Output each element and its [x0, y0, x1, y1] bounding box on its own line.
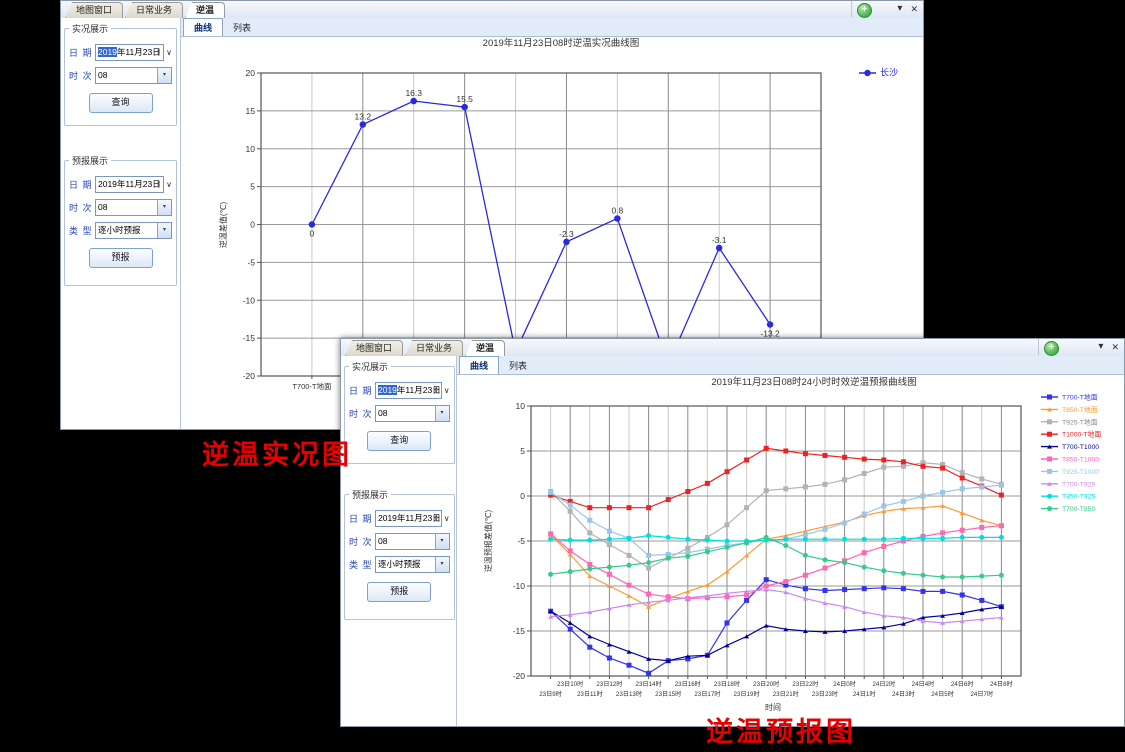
date-spinner[interactable]: ▲▼ — [433, 511, 440, 526]
tab-strip: 地图窗口 日常业务 逆温 + ▾ ✕ — [341, 339, 1124, 357]
query-sidebar: 实况展示 日 期 2019年11月23日 ▲▼ ∨ 时 次 08 ▾ — [61, 18, 181, 429]
time-label: 时 次 — [349, 407, 375, 420]
type-combobox[interactable]: 逐小时预报 ▾ — [375, 556, 450, 573]
group-title: 预报展示 — [349, 488, 391, 501]
query-button[interactable]: 查询 — [89, 93, 153, 113]
date-dropdown-icon[interactable]: ∨ — [444, 514, 450, 523]
date-dropdown-icon[interactable]: ∨ — [166, 48, 172, 57]
date-spinner[interactable]: ▲▼ — [155, 177, 162, 192]
date-spinner[interactable]: ▲▼ — [433, 383, 440, 398]
close-icon[interactable]: ✕ — [1111, 341, 1119, 353]
time-combobox[interactable]: 08 ▾ — [95, 199, 172, 216]
add-icon[interactable]: + — [857, 3, 872, 18]
collapse-icon[interactable]: ▾ — [897, 3, 902, 15]
date-label: 日 期 — [69, 178, 95, 191]
subtab-curve[interactable]: 曲线 — [183, 18, 223, 36]
tab-daily-business[interactable]: 日常业务 — [125, 2, 183, 18]
tab-inversion[interactable]: 逆温 — [185, 2, 225, 18]
dropdown-icon[interactable]: ▾ — [157, 223, 171, 238]
time-combobox[interactable]: 08 ▾ — [375, 405, 450, 422]
collapse-icon[interactable]: ▾ — [1098, 341, 1103, 353]
forecast-button[interactable]: 预报 — [367, 582, 431, 602]
subtab-list[interactable]: 列表 — [499, 357, 537, 374]
group-title: 实况展示 — [69, 22, 111, 35]
type-label: 类 型 — [349, 558, 375, 571]
dropdown-icon[interactable]: ▾ — [157, 200, 171, 215]
live-display-group: 实况展示 日 期 2019年11月23日 ▲▼ ∨ 时 次 08 ▾ — [64, 22, 177, 126]
type-label: 类 型 — [69, 224, 95, 237]
add-icon[interactable]: + — [1044, 341, 1059, 356]
close-icon[interactable]: ✕ — [910, 3, 918, 15]
forecast-inversion-window: 地图窗口 日常业务 逆温 + ▾ ✕ 实况展示 日 期 2019年11月23日 … — [340, 338, 1125, 727]
forecast-display-group: 预报展示 日 期 2019年11月23日 ▲▼ ∨ 时 次 08 ▾ — [344, 488, 455, 620]
dropdown-icon[interactable]: ▾ — [435, 534, 449, 549]
tab-map-window[interactable]: 地图窗口 — [345, 340, 403, 356]
tab-inversion[interactable]: 逆温 — [465, 340, 505, 356]
annotation-actual-chart: 逆温实况图 — [202, 433, 352, 472]
tab-map-window[interactable]: 地图窗口 — [65, 2, 123, 18]
date-dropdown-icon[interactable]: ∨ — [444, 386, 450, 395]
query-button[interactable]: 查询 — [367, 431, 431, 451]
forecast-display-group: 预报展示 日 期 2019年11月23日 ▲▼ ∨ 时 次 08 ▾ — [64, 154, 177, 286]
time-label: 时 次 — [69, 69, 95, 82]
group-title: 实况展示 — [349, 360, 391, 373]
date-field[interactable]: 2019年11月23日 ▲▼ — [375, 382, 442, 399]
query-sidebar: 实况展示 日 期 2019年11月23日 ▲▼ ∨ 时 次 08 ▾ — [341, 356, 457, 726]
date-field[interactable]: 2019年11月23日 ▲▼ — [95, 44, 164, 61]
date-spinner[interactable]: ▲▼ — [155, 45, 162, 60]
date-field[interactable]: 2019年11月23日 ▲▼ — [375, 510, 442, 527]
live-display-group: 实况展示 日 期 2019年11月23日 ▲▼ ∨ 时 次 08 ▾ — [344, 360, 455, 464]
date-dropdown-icon[interactable]: ∨ — [166, 180, 172, 189]
type-combobox[interactable]: 逐小时预报 ▾ — [95, 222, 172, 239]
time-label: 时 次 — [349, 535, 375, 548]
chart-panel: 曲线 列表 — [457, 356, 1124, 726]
dropdown-icon[interactable]: ▾ — [157, 68, 171, 83]
group-title: 预报展示 — [69, 154, 111, 167]
date-label: 日 期 — [349, 384, 375, 397]
tab-daily-business[interactable]: 日常业务 — [405, 340, 463, 356]
date-label: 日 期 — [349, 512, 375, 525]
annotation-forecast-chart: 逆温预报图 — [706, 710, 856, 749]
dropdown-icon[interactable]: ▾ — [435, 557, 449, 572]
subtab-curve[interactable]: 曲线 — [459, 356, 499, 374]
date-label: 日 期 — [69, 46, 95, 59]
time-label: 时 次 — [69, 201, 95, 214]
time-combobox[interactable]: 08 ▾ — [375, 533, 450, 550]
date-field[interactable]: 2019年11月23日 ▲▼ — [95, 176, 164, 193]
tab-strip: 地图窗口 日常业务 逆温 + ▾ ✕ — [61, 1, 923, 19]
time-combobox[interactable]: 08 ▾ — [95, 67, 172, 84]
dropdown-icon[interactable]: ▾ — [435, 406, 449, 421]
forecast-button[interactable]: 预报 — [89, 248, 153, 268]
subtab-list[interactable]: 列表 — [223, 19, 261, 36]
